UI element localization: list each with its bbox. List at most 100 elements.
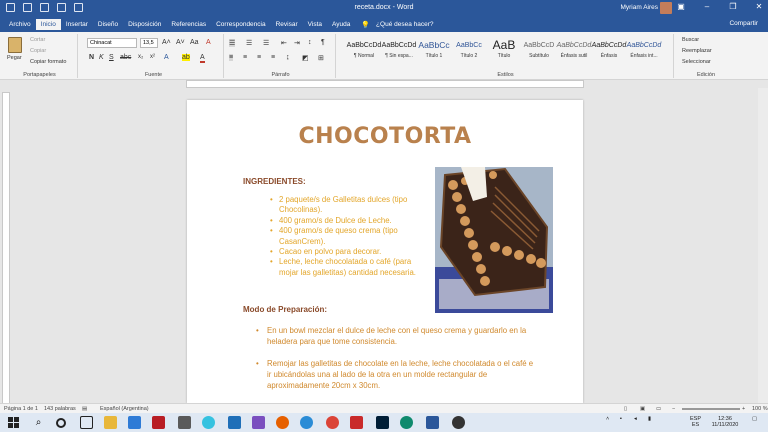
tab-revisar[interactable]: Revisar [271,19,303,30]
vertical-ruler[interactable] [2,92,10,404]
ribbon-display-icon[interactable]: ▣ [676,2,686,11]
tab-inicio[interactable]: Inicio [35,19,61,30]
photoshop-icon[interactable] [376,416,389,429]
style-intense-emphasis[interactable]: AaBbCcDd Énfasis int... [620,38,668,64]
zoom-slider[interactable] [682,408,740,410]
font-group: Chinacat 13,5 A˄ A˅ Aa A N K S abc x₂ x²… [84,34,224,78]
align-center-icon[interactable]: ≡ [243,54,247,61]
bold-icon[interactable]: N [89,54,94,61]
tray-chevron-icon[interactable]: ˄ [606,416,609,422]
italic-icon[interactable]: K [99,54,104,61]
increase-indent-icon[interactable]: ⇥ [294,39,300,47]
network-icon[interactable]: ▪ [620,416,622,422]
highlight-icon[interactable]: ab [182,54,190,61]
line-spacing-icon[interactable]: ↨ [286,54,290,61]
minimize-icon[interactable]: – [702,2,712,11]
store-icon[interactable] [128,416,141,429]
align-right-icon[interactable]: ≡ [257,54,261,61]
decrease-indent-icon[interactable]: ⇤ [281,39,287,47]
font-name-select[interactable]: Chinacat [87,38,137,48]
notifications-icon[interactable]: ▢ [752,416,757,422]
list-item: Remojar las galletitas de chocolate en l… [256,358,537,391]
user-name[interactable]: Myriam Aires [620,4,658,11]
subscript-icon[interactable]: x₂ [138,54,143,60]
paste-icon[interactable] [8,37,22,53]
underline-icon[interactable]: S [109,54,114,61]
print-layout-icon[interactable]: ▣ [640,406,645,412]
edge-icon[interactable] [300,416,313,429]
clock[interactable]: 12:36 11/11/2020 [708,416,742,428]
cortana-icon[interactable] [56,418,66,428]
borders-icon[interactable]: ⊞ [318,54,324,62]
windows-start-icon[interactable] [8,417,19,428]
shading-icon[interactable]: ◩ [302,54,309,62]
paste-button[interactable]: Pegar [7,55,22,61]
tab-referencias[interactable]: Referencias [166,19,211,30]
superscript-icon[interactable]: x² [150,54,155,60]
tab-vista[interactable]: Vista [303,19,327,30]
photos-icon[interactable] [252,416,265,429]
tab-correspondencia[interactable]: Correspondencia [211,19,271,30]
clear-format-icon[interactable]: A [206,39,211,46]
proofing-icon[interactable]: ▤ [82,406,87,412]
text-effects-icon[interactable]: A [164,54,169,61]
copy-button[interactable]: Copiar [30,48,46,54]
page-count[interactable]: Página 1 de 1 [4,406,38,412]
select-button[interactable]: Seleccionar [682,59,711,65]
strikethrough-icon[interactable]: abc [120,54,131,61]
tell-me-search[interactable]: ¿Qué desea hacer? [376,21,433,28]
sort-icon[interactable]: ↕ [308,39,312,46]
web-layout-icon[interactable]: ▭ [656,406,661,412]
battery-icon[interactable]: ▮ [648,416,651,422]
font-size-select[interactable]: 13,5 [140,38,158,48]
file-explorer-icon[interactable] [104,416,117,429]
shrink-font-icon[interactable]: A˅ [176,39,185,46]
input-language[interactable]: ESP ES [690,416,701,428]
change-case-icon[interactable]: Aa [190,39,199,46]
vertical-scrollbar[interactable] [758,88,768,403]
multilevel-list-icon[interactable]: ☰ [263,39,269,47]
read-mode-icon[interactable]: ▯ [624,406,627,412]
whatsapp-icon[interactable] [400,416,413,429]
chocotorta-photo[interactable] [435,167,553,313]
replace-button[interactable]: Reemplazar [682,48,712,54]
format-painter-button[interactable]: Copiar formato [30,59,66,65]
language[interactable]: Español (Argentina) [100,406,149,412]
grow-font-icon[interactable]: A˄ [162,39,171,46]
acrobat-icon[interactable] [350,416,363,429]
volume-icon[interactable]: ◂ [634,416,637,422]
zoom-level[interactable]: 100 % [752,406,768,412]
search-icon[interactable]: ⌕ [32,416,45,429]
close-icon[interactable]: ✕ [754,2,764,11]
document-page[interactable]: CHOCOTORTA INGREDIENTES: 2 paquete/s de … [187,100,583,403]
tab-ayuda[interactable]: Ayuda [327,19,355,30]
align-left-icon[interactable]: ≡ [229,54,234,61]
word-count[interactable]: 143 palabras [44,406,76,412]
bullets-icon[interactable]: ☰ [229,39,236,47]
firefox-icon[interactable] [276,416,289,429]
find-button[interactable]: Buscar [682,37,699,43]
zoom-out-icon[interactable]: − [672,406,675,412]
maximize-icon[interactable]: ❐ [728,2,738,11]
obs-icon[interactable] [452,416,465,429]
avatar[interactable] [660,2,672,14]
numbering-icon[interactable]: ☰ [246,39,252,47]
share-button[interactable]: Compartir [729,20,758,27]
task-view-icon[interactable] [80,416,93,429]
chrome-icon[interactable] [326,416,339,429]
font-color-icon[interactable]: A [200,54,205,63]
tab-diseno[interactable]: Diseño [93,19,123,30]
mail-icon[interactable] [228,416,241,429]
tab-disposicion[interactable]: Disposición [123,19,166,30]
tab-archivo[interactable]: Archivo [4,19,36,30]
horizontal-ruler[interactable] [186,80,584,88]
zoom-in-icon[interactable]: + [742,406,745,412]
show-marks-icon[interactable]: ¶ [321,39,325,46]
justify-icon[interactable]: ≡ [271,54,275,61]
cut-button[interactable]: Cortar [30,37,45,43]
word-icon[interactable] [426,416,439,429]
tab-insertar[interactable]: Insertar [61,19,93,30]
netflix-icon[interactable] [152,416,165,429]
app-icon[interactable] [178,416,191,429]
wix-icon[interactable] [202,416,215,429]
